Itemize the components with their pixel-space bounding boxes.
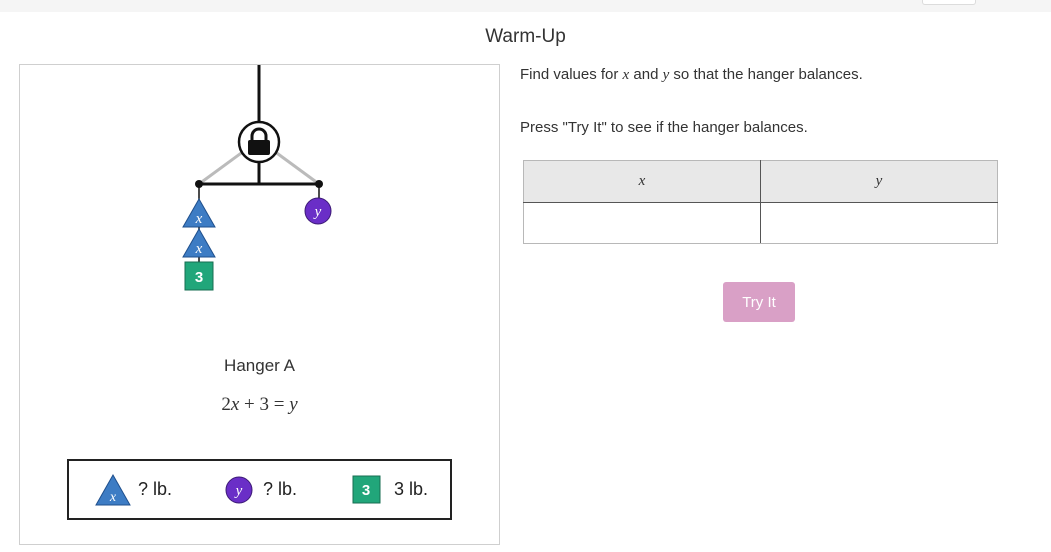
top-bar-button[interactable] [922,0,976,5]
left-triangle-x-2: x [182,227,216,258]
table-row [523,202,998,244]
equation-coefficient: 2 [221,394,231,415]
lock-icon[interactable] [237,120,281,164]
table-header-row: x y [523,160,998,203]
equation-operator: + 3 = [239,394,290,415]
equation-y: y [289,394,298,415]
column-header-x: x [523,160,761,203]
hanger-diagram: x x 3 y [182,65,332,291]
left-square-label: 3 [195,269,203,286]
legend-triangle-symbol: x [109,490,117,505]
legend-triangle-icon: x [95,473,131,506]
left-square-3: 3 [184,261,214,291]
legend-circle-weight: ? lb. [263,479,298,499]
legend-circle-symbol: y [234,483,243,499]
instruction-text: so that the hanger balances. [669,66,863,83]
hanger-name: Hanger A [224,356,295,375]
left-triangle-label: x [195,211,203,227]
column-header-y: y [760,160,998,203]
legend-square-icon: 3 [352,475,381,504]
hanger-equation: 2x + 3 = y [19,394,500,416]
values-table: x y [523,160,998,244]
instruction-text: and [629,66,663,83]
try-it-button[interactable]: Try It [723,282,795,322]
legend-circle-icon: y [225,476,253,504]
legend-shapes: x y 3 [95,473,381,506]
instruction-try-it: Press "Try It" to see if the hanger bala… [520,119,808,136]
left-triangle-label: x [195,241,203,257]
instruction-find-values: Find values for x and y so that the hang… [520,66,863,84]
legend-square-symbol: 3 [362,482,370,499]
weight-legend: x y 3 ? lb. ? lb. 3 lb. [67,459,452,520]
right-circle-label: y [313,204,322,220]
instruction-text: Find values for [520,66,623,83]
legend-triangle-weight: ? lb. [138,479,173,499]
right-circle-y: y [304,197,332,225]
y-value-cell[interactable] [760,202,998,244]
left-triangle-x-1: x [182,197,216,228]
x-value-cell[interactable] [523,202,761,244]
legend-square-weight: 3 lb. [394,479,429,499]
